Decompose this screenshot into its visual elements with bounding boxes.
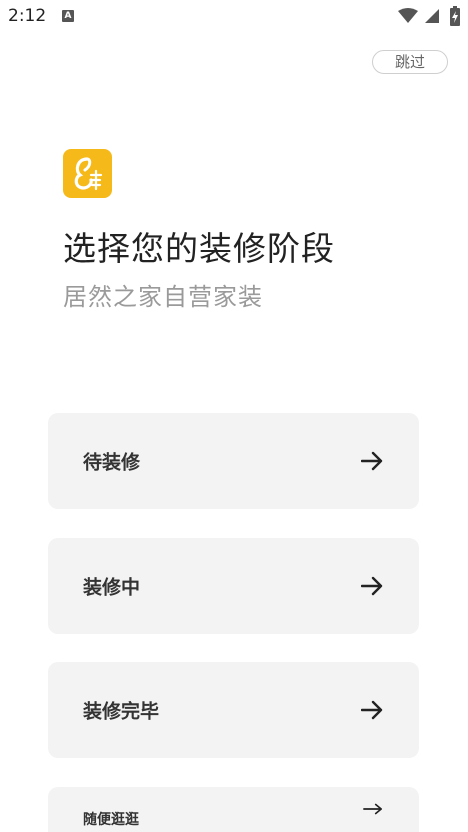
status-bar: 2:12 A	[0, 0, 468, 32]
option-label: 随便逛逛	[83, 812, 139, 828]
option-card-renovating[interactable]: 装修中	[48, 538, 419, 634]
option-card-browse[interactable]: 随便逛逛	[48, 787, 419, 832]
page-title: 选择您的装修阶段	[63, 229, 335, 268]
battery-charging-icon	[450, 6, 460, 26]
onboarding-screen: 2:12 A 跳过 选择您的装修阶段 居然之家自营家装 待装修 装修中 装修完毕…	[0, 0, 468, 832]
option-card-renovation-done[interactable]: 装修完毕	[48, 662, 419, 758]
option-label: 装修完毕	[83, 700, 160, 723]
option-label: 装修中	[83, 576, 141, 599]
page-subtitle: 居然之家自营家装	[63, 283, 263, 311]
notification-a-icon: A	[62, 10, 74, 22]
app-logo-icon	[63, 149, 112, 198]
wifi-icon	[398, 8, 418, 23]
arrow-right-icon	[363, 803, 382, 815]
option-label: 待装修	[83, 451, 141, 474]
option-card-pre-renovation[interactable]: 待装修	[48, 413, 419, 509]
signal-icon	[425, 9, 439, 23]
status-time: 2:12	[8, 6, 47, 26]
arrow-right-icon	[361, 451, 383, 471]
arrow-right-icon	[361, 700, 383, 720]
arrow-right-icon	[361, 576, 383, 596]
skip-button[interactable]: 跳过	[372, 50, 448, 74]
